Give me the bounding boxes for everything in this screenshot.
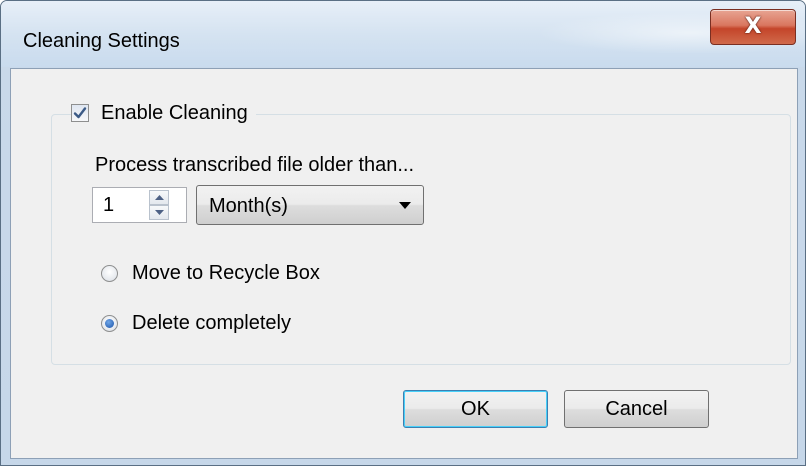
radio-delete-completely[interactable]: Delete completely [101,312,291,335]
title-bar[interactable]: Cleaning Settings X [1,1,805,67]
ok-button[interactable]: OK [403,390,548,428]
radio-move-to-recycle[interactable]: Move to Recycle Box [101,262,320,285]
chevron-down-icon [399,202,411,209]
enable-cleaning-row[interactable]: Enable Cleaning [71,98,256,128]
radio-label: Delete completely [132,312,291,334]
age-prompt-label: Process transcribed file older than... [95,154,415,176]
radio-button[interactable] [101,315,118,332]
radio-label: Move to Recycle Box [132,262,320,284]
stepper-down-button[interactable] [149,205,169,220]
radio-selected-dot [105,319,114,328]
age-unit-value: Month(s) [209,195,288,217]
age-amount-stepper[interactable]: 1 [92,187,187,223]
enable-cleaning-label: Enable Cleaning [101,101,248,124]
close-button[interactable]: X [710,9,796,45]
close-icon: X [744,14,762,39]
cancel-button[interactable]: Cancel [564,390,709,428]
stepper-buttons [149,190,169,220]
age-amount-value[interactable]: 1 [103,194,114,217]
window-title: Cleaning Settings [23,30,180,52]
age-unit-dropdown[interactable]: Month(s) [196,185,424,225]
dialog-body: Enable Cleaning Process transcribed file… [10,68,798,459]
arrow-down-icon [154,210,164,215]
stepper-up-button[interactable] [149,190,169,205]
enable-cleaning-checkbox[interactable] [71,104,89,122]
dialog-window: Cleaning Settings X Enable Cleaning Proc… [0,0,806,466]
radio-button[interactable] [101,265,118,282]
arrow-up-icon [154,195,164,200]
check-icon [73,107,87,119]
